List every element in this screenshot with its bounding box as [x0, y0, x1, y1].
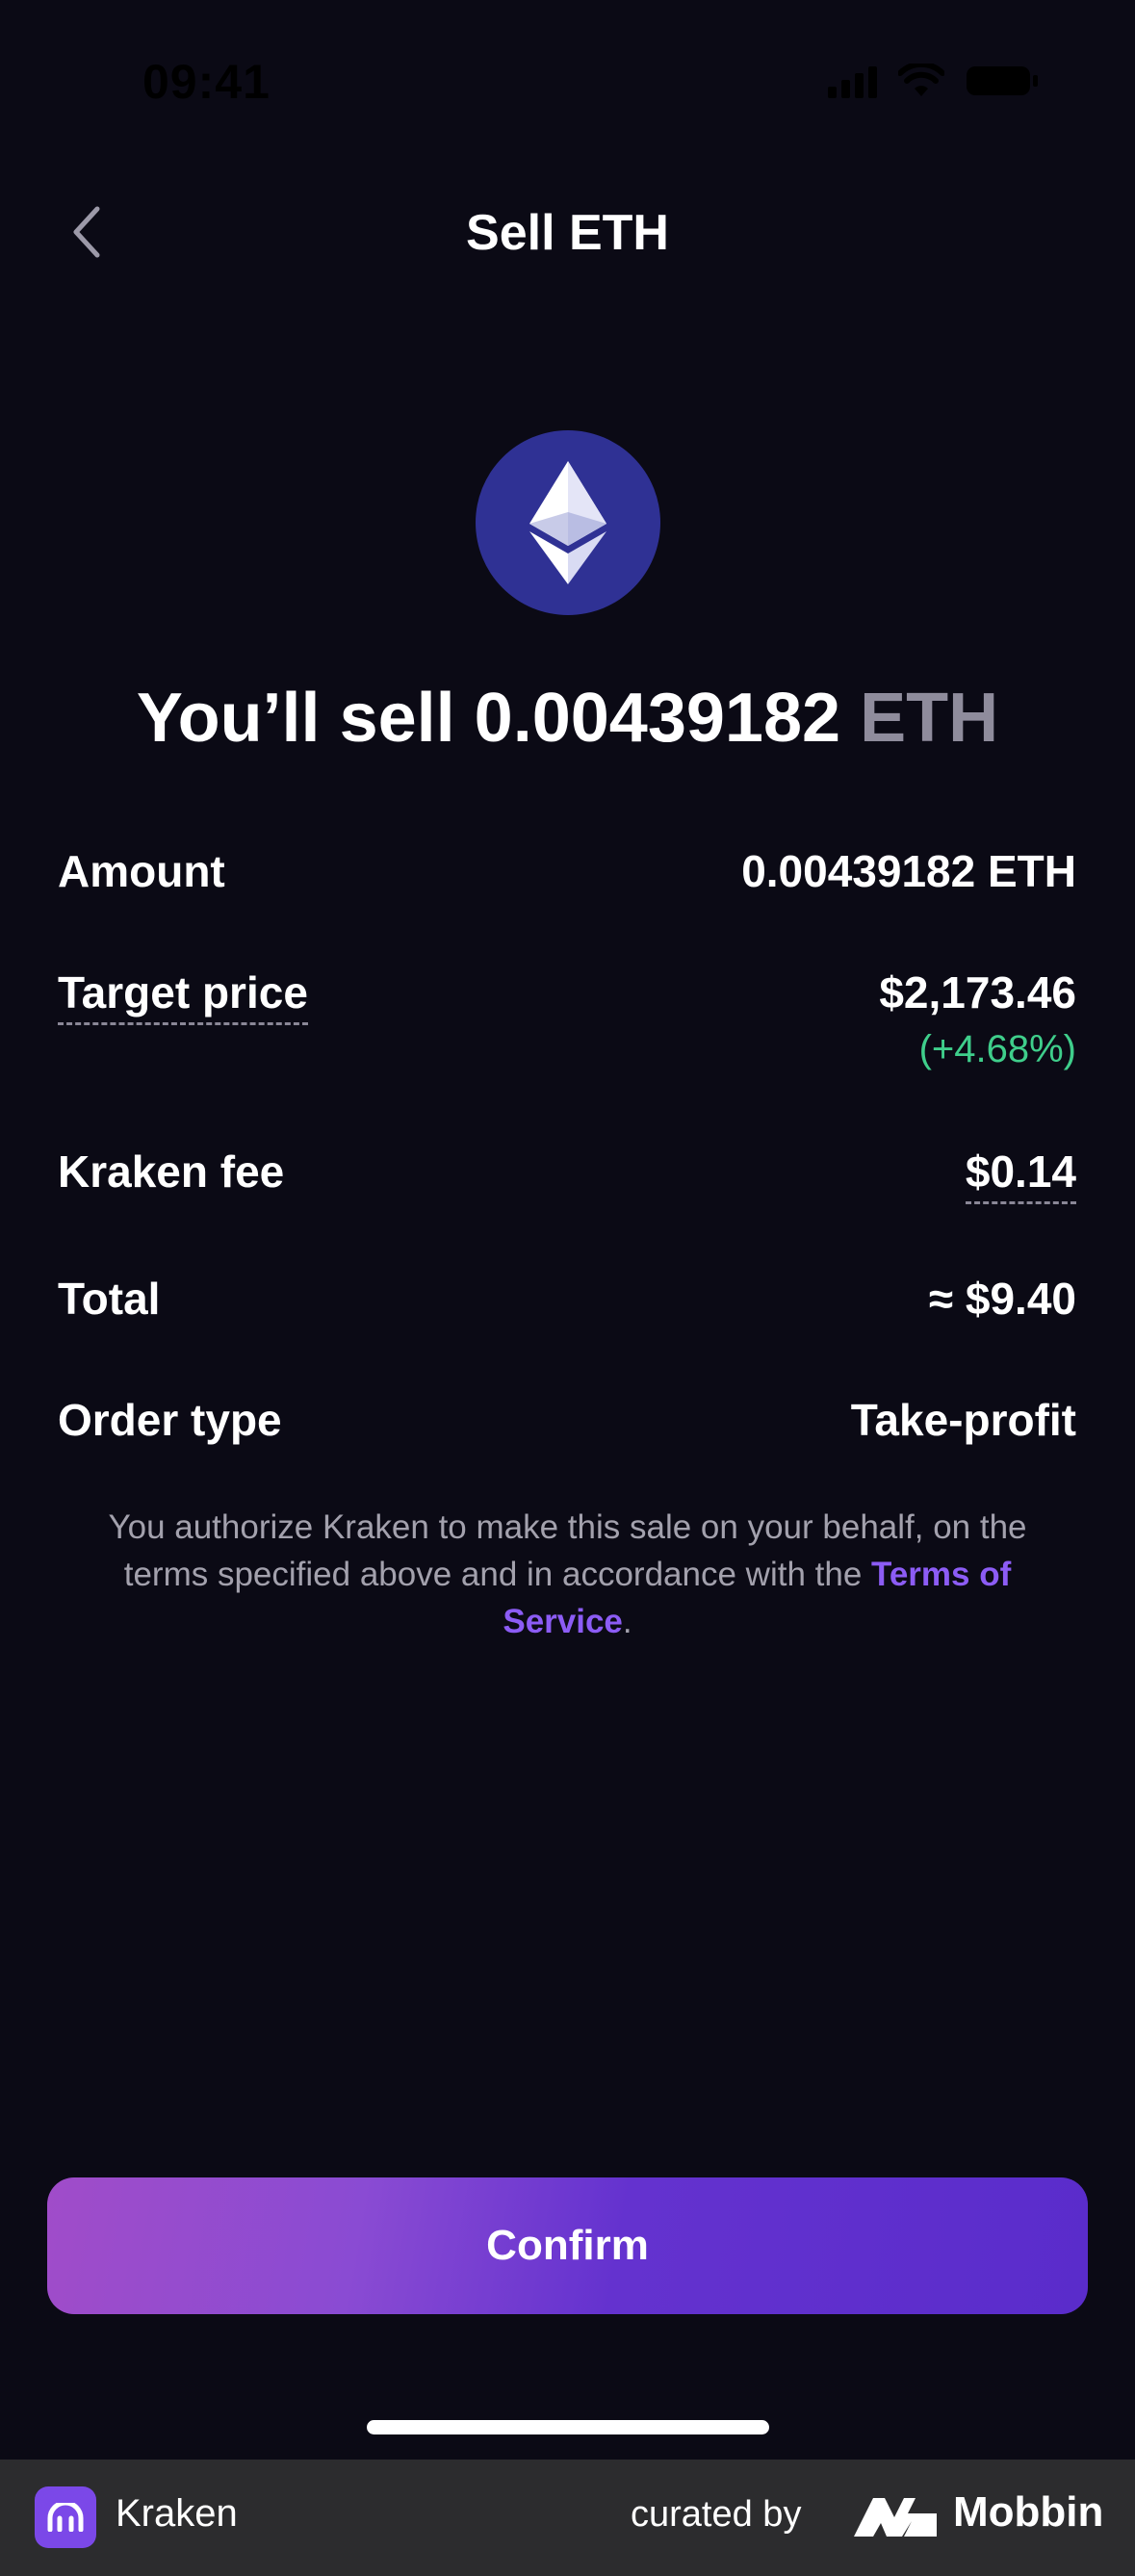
target-price-label[interactable]: Target price — [58, 966, 308, 1025]
headline-unit: ETH — [860, 680, 999, 757]
total-value: ≈ $9.40 — [928, 1274, 1076, 1324]
detail-row-order-type: Order type Take-profit — [58, 1394, 1076, 1446]
mobbin-logo-icon — [854, 2498, 937, 2537]
order-type-label: Order type — [58, 1395, 282, 1445]
order-type-value: Take-profit — [850, 1395, 1076, 1445]
cellular-signal-icon — [828, 64, 877, 98]
ethereum-logo-icon — [529, 461, 606, 584]
fee-value[interactable]: $0.14 — [965, 1146, 1076, 1204]
headline-amount: You’ll sell 0.00439182 — [136, 680, 841, 757]
kraken-mark-icon — [47, 2503, 84, 2532]
app-name: Kraken — [116, 2492, 238, 2535]
fee-label: Kraken fee — [58, 1146, 285, 1197]
confirm-button[interactable]: Confirm — [47, 2177, 1088, 2314]
authorization-disclaimer: You authorize Kraken to make this sale o… — [67, 1504, 1068, 1645]
sell-summary-headline: You’ll sell 0.00439182 ETH — [0, 679, 1135, 758]
battery-icon — [967, 66, 1038, 95]
status-time: 09:41 — [142, 55, 271, 109]
amount-label: Amount — [58, 846, 225, 896]
target-price-change: (+4.68%) — [918, 1028, 1076, 1070]
detail-row-target-price: Target price $2,173.46 (+4.68%) — [58, 966, 1076, 1071]
amount-value: 0.00439182 ETH — [741, 846, 1076, 896]
status-bar: 09:41 — [0, 0, 1135, 164]
kraken-logo-icon — [35, 2486, 96, 2548]
disclaimer-period: . — [622, 1603, 632, 1640]
mobbin-brand: Mobbin — [953, 2488, 1104, 2536]
curated-by-text: curated by — [631, 2494, 802, 2535]
status-icons — [828, 64, 1039, 98]
footer-banner: Kraken curated by Mobbin — [0, 2460, 1135, 2576]
confirm-button-label: Confirm — [486, 2222, 649, 2269]
detail-row-total: Total ≈ $9.40 — [58, 1273, 1076, 1325]
detail-row-amount: Amount 0.00439182 ETH — [58, 845, 1076, 897]
home-indicator[interactable] — [367, 2420, 769, 2434]
total-label: Total — [58, 1274, 161, 1324]
page-title: Sell ETH — [466, 205, 669, 261]
wifi-icon — [898, 64, 944, 96]
ethereum-icon — [476, 430, 660, 615]
target-price-value: $2,173.46 — [879, 967, 1076, 1018]
navigation-bar: Sell ETH — [0, 183, 1135, 279]
detail-row-fee: Kraken fee $0.14 — [58, 1146, 1076, 1204]
